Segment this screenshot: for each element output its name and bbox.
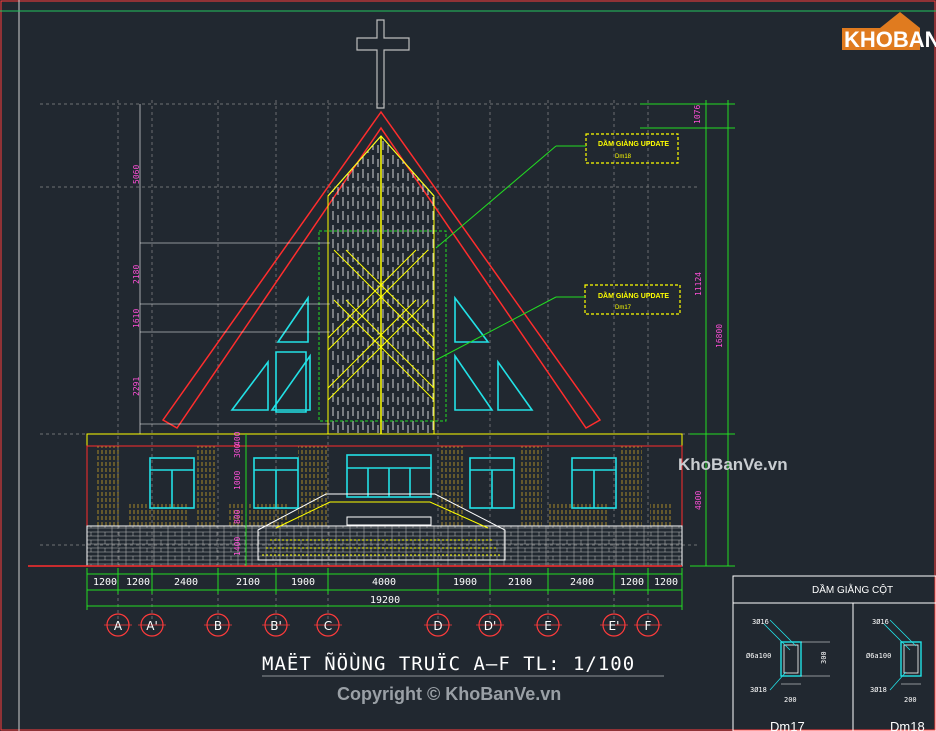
rebar-top-dm17: 3Ø16 <box>752 618 769 626</box>
axis-label-A-prime: A' <box>146 619 158 633</box>
axis-label-B-prime: B' <box>270 619 282 633</box>
beam-section-dm17: 3Ø16 Ø6a100 3Ø18 300 200 Dm17 <box>746 618 830 731</box>
side-watermark: KhoBanVe.vn <box>678 455 788 474</box>
bottom-dimension-texts: 1200 1200 2400 2100 1900 4000 1900 2100 … <box>93 577 678 606</box>
bell-tower <box>318 135 447 435</box>
right-dimension-texts: 1076 11124 16800 4800 <box>693 105 724 510</box>
axis-label-A: A <box>114 619 123 633</box>
rebar-stirrup-dm18: Ø6a100 <box>866 652 891 660</box>
axis-label-E-prime: E' <box>609 619 620 633</box>
note-dm18: DẦM GIẰNG UPDATE Dm18 <box>435 133 679 249</box>
dim-bottom-11: 1200 <box>654 577 678 588</box>
axis-label-C: C <box>324 619 332 633</box>
dim-left-300: 300 <box>233 443 242 458</box>
rebar-width-dm17: 200 <box>784 696 797 704</box>
elevation-drawing: KHOBANVE <box>0 0 936 731</box>
dim-bottom-6: 4000 <box>372 577 396 588</box>
dim-bottom-3: 2400 <box>174 577 198 588</box>
dim-left-1400: 1400 <box>233 537 242 556</box>
axis-label-B: B <box>214 619 222 633</box>
axis-label-D-prime: D' <box>484 619 497 633</box>
rebar-top-dm18: 3Ø16 <box>872 618 889 626</box>
dim-right-16800: 16800 <box>715 324 724 348</box>
dim-bottom-1: 1200 <box>93 577 117 588</box>
rebar-bottom-dm17: 3Ø18 <box>750 686 767 694</box>
copyright-watermark: Copyright © KhoBanVe.vn <box>337 684 561 704</box>
facade-windows <box>149 454 617 509</box>
dim-left-1610: 1610 <box>132 309 141 328</box>
dim-left-800: 800 <box>233 509 242 524</box>
axis-bubbles: A A' B B' C D D' E E' F <box>104 613 662 637</box>
note-dm17-sub: Dm17 <box>615 305 632 311</box>
dim-left-5060: 5060 <box>132 165 141 184</box>
beam-section-dm18: 3Ø16 Ø6a100 3Ø18 200 Dm18 <box>866 618 925 731</box>
cross <box>356 19 410 109</box>
dim-right-11124: 11124 <box>694 272 703 296</box>
beam-table: DẦM GIẰNG CỘT 3Ø16 Ø6a100 3Ø18 300 200 D… <box>732 575 936 731</box>
dim-bottom-2: 1200 <box>126 577 150 588</box>
khobanve-logo: KHOBANVE <box>842 12 936 52</box>
note-dm17-heading: DẦM GIẰNG UPDATE <box>598 290 669 300</box>
dim-bottom-5: 1900 <box>291 577 315 588</box>
axis-label-D: D <box>433 619 442 633</box>
drawing-border <box>0 0 936 731</box>
dim-bottom-10: 1200 <box>620 577 644 588</box>
beam-name-dm18: Dm18 <box>890 719 925 731</box>
logo-text: KHOBANVE <box>844 27 936 52</box>
dim-left-2180: 2180 <box>132 265 141 284</box>
tower-dim-leaders <box>139 104 330 434</box>
rebar-height-dm17: 300 <box>820 651 828 664</box>
dim-left-1000: 1000 <box>233 471 242 490</box>
dim-bottom-9: 2400 <box>570 577 594 588</box>
note-dm18-heading: DẦM GIẰNG UPDATE <box>598 138 669 148</box>
dim-bottom-4: 2100 <box>236 577 260 588</box>
dim-bottom-8: 2100 <box>508 577 532 588</box>
drawing-title: MAËT ÑÖÙNG TRUÏC A–F TL: 1/100 <box>262 651 635 675</box>
rebar-bottom-dm18: 3Ø18 <box>870 686 887 694</box>
rebar-stirrup-dm17: Ø6a100 <box>746 652 771 660</box>
note-dm18-sub: Dm18 <box>615 154 632 160</box>
left-dimension-texts: 5060 2180 1610 2291 400 300 1000 800 140… <box>132 165 242 556</box>
rebar-width-dm18: 200 <box>904 696 917 704</box>
dim-left-2291: 2291 <box>132 377 141 396</box>
dim-bottom-total: 19200 <box>370 595 400 606</box>
axis-label-E: E <box>544 619 552 633</box>
facade <box>28 433 683 567</box>
dim-right-4800: 4800 <box>694 491 703 510</box>
axis-label-F: F <box>645 619 652 633</box>
beam-table-title: DẦM GIẰNG CỘT <box>812 583 893 596</box>
dim-right-1076: 1076 <box>693 105 702 124</box>
dim-bottom-7: 1900 <box>453 577 477 588</box>
beam-name-dm17: Dm17 <box>770 719 805 731</box>
